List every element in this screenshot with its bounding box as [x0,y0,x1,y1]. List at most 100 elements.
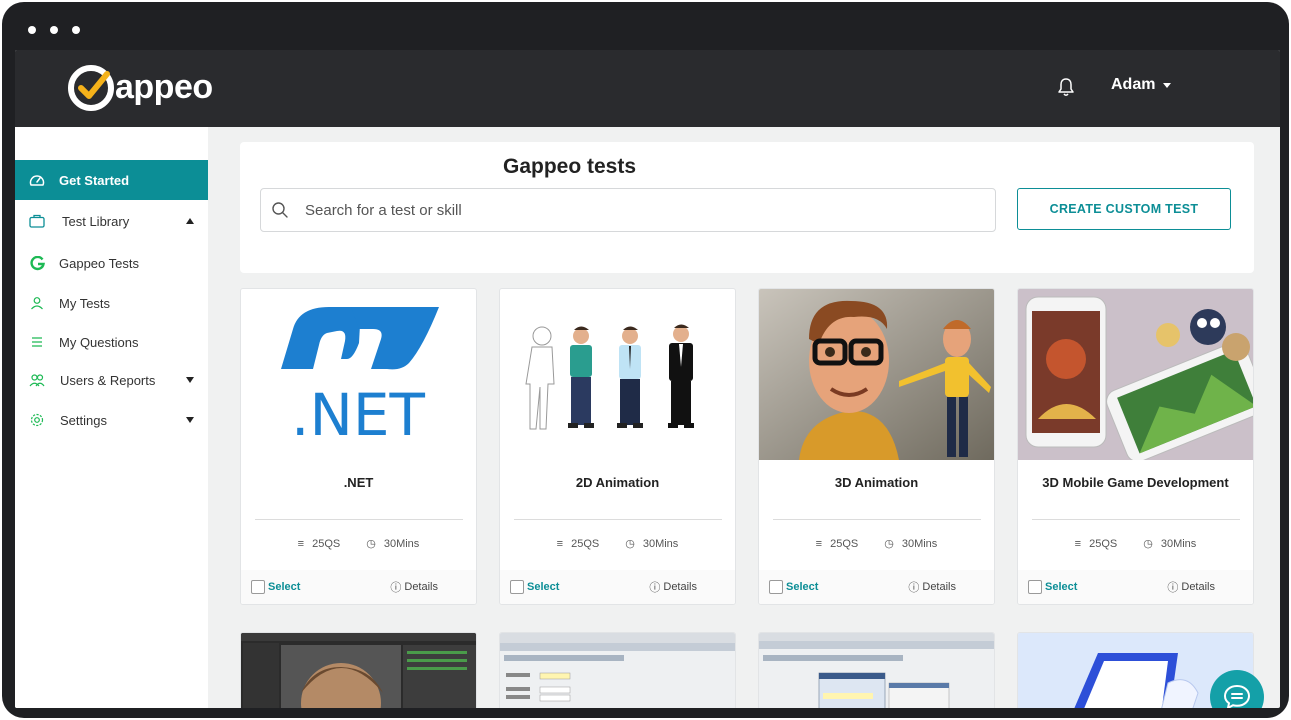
question-count: 25QS [312,538,340,550]
select-checkbox[interactable] [769,580,783,594]
photo-editor-image [241,633,477,708]
test-card-partial[interactable] [240,632,477,708]
test-card-2d-animation[interactable]: 2D Animation ≡25QS ◷30Mins Select ⓘDetai… [499,288,736,605]
clock-icon: ◷ [884,537,894,550]
sidebar-item-test-library[interactable]: Test Library [15,201,208,241]
test-card-3d-animation[interactable]: 3D Animation ≡25QS ◷30Mins Select ⓘDetai… [758,288,995,605]
sidebar-item-label: Users & Reports [60,373,155,388]
test-card-dotnet[interactable]: .NET .NET ≡25QS ◷30Mins Select ⓘDetails [240,288,477,605]
g-logo-icon [29,255,45,271]
app-screen: appeo Adam Get Started [15,50,1280,708]
select-label[interactable]: Select [527,581,559,593]
sidebar-item-users-reports[interactable]: Users & Reports [15,360,208,400]
card-footer: Select ⓘDetails [241,570,476,604]
card-title: 3D Animation [759,475,994,490]
sidebar-item-gappeo-tests[interactable]: Gappeo Tests [15,243,208,283]
card-title: .NET [241,475,476,490]
dotnet-logo-text: .NET [291,381,425,449]
gappeo-logo-icon [67,62,117,112]
details-link[interactable]: ⓘDetails [649,579,697,595]
chevron-down-icon [186,377,194,383]
select-label[interactable]: Select [268,581,300,593]
sidebar-item-settings[interactable]: Settings [15,400,208,440]
test-card-partial[interactable] [758,632,995,708]
user-name: Adam [1111,76,1155,94]
search-icon [271,201,289,219]
list-icon: ≡ [816,538,822,550]
select-checkbox[interactable] [1028,580,1042,594]
chevron-down-icon [186,417,194,423]
duration: 30Mins [1161,538,1196,550]
details-label: Details [1181,581,1215,593]
briefcase-icon [29,213,45,229]
sidebar-item-label: Get Started [59,173,129,188]
device-frame: appeo Adam Get Started [2,2,1289,718]
chevron-up-icon [186,218,194,224]
card-footer: Select ⓘDetails [1018,570,1253,604]
question-count: 25QS [1089,538,1117,550]
clock-icon: ◷ [625,537,635,550]
duration: 30Mins [902,538,937,550]
duration: 30Mins [384,538,419,550]
card-divider [255,519,463,520]
details-label: Details [404,581,438,593]
test-card-partial[interactable] [499,632,736,708]
card-divider [773,519,981,520]
card-title: 2D Animation [500,475,735,490]
card-footer: Select ⓘDetails [500,570,735,604]
create-custom-test-button[interactable]: CREATE CUSTOM TEST [1017,188,1231,230]
sidebar-item-label: Settings [60,413,107,428]
info-icon: ⓘ [649,579,660,595]
card-footer: Select ⓘDetails [759,570,994,604]
card-divider [514,519,722,520]
logo-text: appeo [115,62,213,112]
sidebar-item-label: My Questions [59,335,138,350]
speedometer-icon [29,172,45,188]
info-icon: ⓘ [908,579,919,595]
sidebar-item-label: My Tests [59,296,110,311]
info-icon: ⓘ [390,579,401,595]
select-checkbox[interactable] [251,580,265,594]
gappeo-logo[interactable]: appeo [67,62,213,112]
abap-editor-image [759,633,995,708]
sidebar-item-my-questions[interactable]: My Questions [15,322,208,362]
question-count: 25QS [571,538,599,550]
user-icon [29,295,45,311]
sidebar-item-get-started[interactable]: Get Started [15,160,208,200]
select-label[interactable]: Select [1045,581,1077,593]
list-icon: ≡ [1075,538,1081,550]
mobile-game-image [1018,289,1253,460]
users-icon [29,372,45,388]
window-dot [28,26,36,34]
dotnet-logo-image: .NET [241,289,476,460]
chat-icon [1222,682,1252,708]
card-meta: ≡25QS ◷30Mins [241,537,476,550]
info-icon: ⓘ [1167,579,1178,595]
card-title: 3D Mobile Game Development [1018,475,1253,490]
details-link[interactable]: ⓘDetails [908,579,956,595]
window-dot [50,26,58,34]
bell-icon[interactable] [1057,77,1075,97]
select-label[interactable]: Select [786,581,818,593]
select-checkbox[interactable] [510,580,524,594]
details-label: Details [922,581,956,593]
details-link[interactable]: ⓘDetails [390,579,438,595]
clock-icon: ◷ [1143,537,1153,550]
clock-icon: ◷ [366,537,376,550]
card-meta: ≡25QS ◷30Mins [500,537,735,550]
sidebar-item-label: Test Library [62,214,129,229]
search-box[interactable] [260,188,996,232]
user-menu[interactable]: Adam [1111,76,1171,94]
page-title: Gappeo tests [503,155,636,179]
3d-animation-image [759,289,994,460]
card-meta: ≡ 25QS ◷ 30Mins [1018,537,1253,550]
list-icon: ≡ [557,538,563,550]
chevron-down-icon [1163,83,1171,88]
gear-icon [29,412,45,428]
details-link[interactable]: ⓘDetails [1167,579,1215,595]
sidebar-item-my-tests[interactable]: My Tests [15,283,208,323]
sidebar: Get Started Test Library Gappeo Tests [15,127,208,708]
2d-animation-image [500,289,735,460]
search-input[interactable] [305,202,955,219]
test-card-3d-mobile-game[interactable]: 3D Mobile Game Development ≡ 25QS ◷ 30Mins… [1017,288,1254,605]
